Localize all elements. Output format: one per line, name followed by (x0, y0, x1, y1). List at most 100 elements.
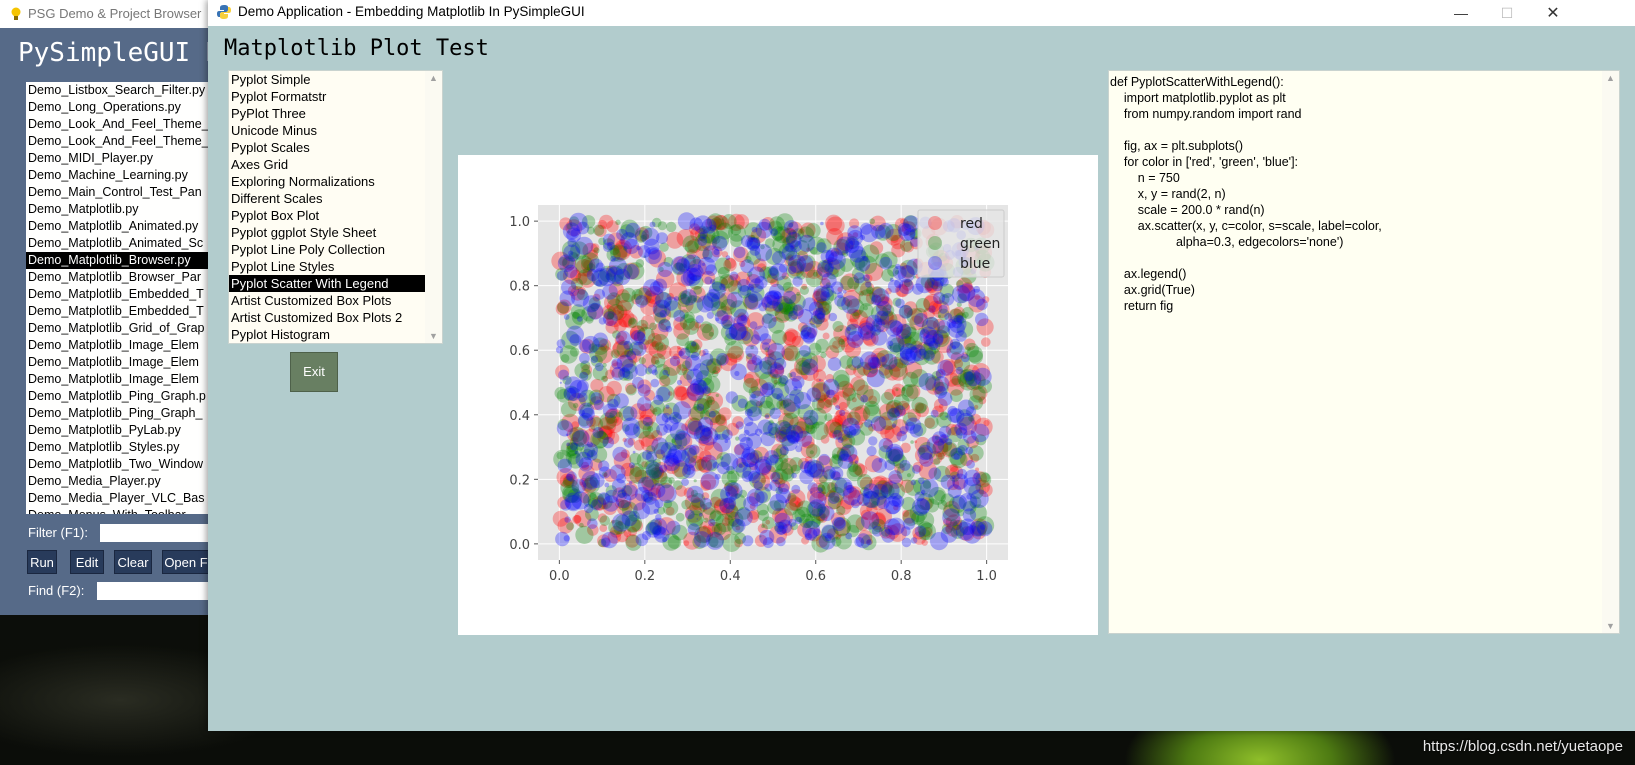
scatter-point-blue (835, 405, 841, 411)
plot-list-item[interactable]: Pyplot Line Poly Collection (229, 241, 425, 258)
scatter-point-blue (828, 312, 838, 322)
scroll-up-icon[interactable]: ▲ (425, 71, 442, 85)
plot-list-item[interactable]: Different Scales (229, 190, 425, 207)
scatter-point-blue (637, 396, 652, 412)
scatter-point-blue (796, 255, 814, 272)
demo-file-item[interactable]: Demo_Look_And_Feel_Theme_ (26, 116, 210, 133)
plot-list-item[interactable]: Pyplot Line Styles (229, 258, 425, 275)
demo-file-item[interactable]: Demo_Matplotlib_Image_Elem (26, 337, 210, 354)
scatter-point-blue (632, 450, 636, 454)
scroll-up-icon[interactable]: ▲ (1602, 71, 1619, 85)
scatter-point-blue (903, 517, 916, 530)
exit-button[interactable]: Exit (290, 352, 338, 392)
demo-file-item[interactable]: Demo_Matplotlib_Animated_Sc (26, 235, 210, 252)
demo-file-list[interactable]: Demo_Listbox_Search_Filter.py Demo_Long_O… (26, 82, 210, 514)
scatter-point-green (831, 397, 837, 403)
scatter-point-green (566, 522, 575, 531)
window-titlebar[interactable]: Demo Application - Embedding Matplotlib … (208, 0, 1635, 26)
demo-file-item[interactable]: Demo_Media_Player_VLC_Bas (26, 490, 210, 507)
scatter-point-blue (821, 524, 836, 539)
demo-file-item[interactable]: Demo_Listbox_Search_Filter.py (26, 82, 210, 99)
plot-list-item[interactable]: PyPlot Three (229, 105, 425, 122)
run-button[interactable]: Run (27, 550, 57, 574)
demo-file-item[interactable]: Demo_Long_Operations.py (26, 99, 210, 116)
code-scrollbar[interactable]: ▲ ▼ (1602, 71, 1619, 633)
demo-file-item[interactable]: Demo_Matplotlib_Browser.py (26, 252, 210, 269)
scatter-point-green (901, 384, 914, 397)
demo-file-listbox[interactable]: Demo_Listbox_Search_Filter.py Demo_Long_O… (26, 82, 210, 514)
demo-file-item[interactable]: Demo_Matplotlib_Ping_Graph_ (26, 405, 210, 422)
scatter-point-blue (771, 387, 783, 400)
scatter-point-blue (759, 529, 775, 545)
scatter-point-blue (641, 227, 660, 246)
demo-file-item[interactable]: Demo_Matplotlib_Two_Window (26, 456, 210, 473)
open-folder-button[interactable]: Open F (162, 550, 210, 574)
code-display[interactable]: def PyplotScatterWithLegend(): import ma… (1108, 70, 1620, 634)
scatter-point-blue (891, 423, 897, 428)
scatter-point-blue (778, 483, 790, 495)
plot-list-item[interactable]: Unicode Minus (229, 122, 425, 139)
lightbulb-icon (11, 7, 21, 20)
window-title: Demo Application - Embedding Matplotlib … (238, 4, 585, 19)
plot-list[interactable]: Pyplot Simple Pyplot Formatstr PyPlot Thre… (229, 71, 442, 343)
scatter-point-blue (821, 284, 834, 298)
plot-list-item[interactable]: Pyplot ggplot Style Sheet (229, 224, 425, 241)
plot-list-item[interactable]: Pyplot Histogram (229, 326, 425, 343)
demo-file-item[interactable]: Demo_Matplotlib_PyLab.py (26, 422, 210, 439)
scatter-point-blue (779, 375, 789, 385)
demo-file-item[interactable]: Demo_Matplotlib_Embedded_T (26, 286, 210, 303)
plot-list-item[interactable]: Pyplot Box Plot (229, 207, 425, 224)
scatter-point-blue (636, 426, 639, 429)
scatter-point-blue (928, 305, 936, 313)
demo-file-item[interactable]: Demo_Machine_Learning.py (26, 167, 210, 184)
scroll-down-icon[interactable]: ▼ (425, 329, 442, 343)
plot-list-item[interactable]: Artist Customized Box Plots (229, 292, 425, 309)
plot-list-item[interactable]: Pyplot Simple (229, 71, 425, 88)
scatter-point-blue (717, 461, 730, 475)
close-button[interactable]: ✕ (1530, 0, 1576, 26)
minimize-button[interactable]: — (1438, 0, 1484, 26)
scatter-point-blue (699, 512, 703, 517)
scatter-point-blue (860, 511, 880, 530)
psg-browser-titlebar[interactable]: PSG Demo & Project Browser (0, 0, 210, 28)
scatter-point-blue (914, 525, 927, 538)
matplotlib-canvas[interactable]: 0.0 0.2 0.4 0.6 0.8 1.0 0.0 0.2 0.4 0.6 0.8 1.0 red g… (458, 155, 1098, 635)
demo-file-item[interactable]: Demo_Matplotlib_Embedded_T (26, 303, 210, 320)
plot-list-scrollbar[interactable]: ▲ ▼ (425, 71, 442, 343)
scatter-point-blue (570, 442, 578, 451)
demo-file-item[interactable]: Demo_Matplotlib_Ping_Graph.p (26, 388, 210, 405)
demo-file-item[interactable]: Demo_Matplotlib_Animated.py (26, 218, 210, 235)
clear-button[interactable]: Clear (114, 550, 152, 574)
demo-file-item[interactable]: Demo_Look_And_Feel_Theme_ (26, 133, 210, 150)
scatter-point-blue (889, 320, 904, 335)
demo-file-item[interactable]: Demo_Matplotlib_Image_Elem (26, 371, 210, 388)
scatter-point-blue (622, 406, 638, 421)
find-input[interactable] (97, 582, 210, 600)
demo-file-item[interactable]: Demo_Menus_With_Toolbar (26, 507, 210, 514)
demo-file-item[interactable]: Demo_Matplotlib_Styles.py (26, 439, 210, 456)
demo-file-item[interactable]: Demo_Matplotlib_Browser_Par (26, 269, 210, 286)
maximize-button[interactable]: ☐ (1484, 0, 1530, 26)
plot-list-item[interactable]: Axes Grid (229, 156, 425, 173)
plot-list-item[interactable]: Pyplot Scales (229, 139, 425, 156)
scatter-point-blue (716, 353, 729, 366)
plot-list-item[interactable]: Exploring Normalizations (229, 173, 425, 190)
plot-list-item[interactable]: Artist Customized Box Plots 2 (229, 309, 425, 326)
plot-listbox[interactable]: Pyplot Simple Pyplot Formatstr PyPlot Thre… (228, 70, 443, 344)
scatter-point-blue (909, 424, 924, 438)
scroll-down-icon[interactable]: ▼ (1602, 619, 1619, 633)
psg-browser-window[interactable]: PSG Demo & Project Browser PySimpleGUI D… (0, 0, 237, 615)
filter-input[interactable] (100, 524, 210, 542)
plot-list-item[interactable]: Pyplot Formatstr (229, 88, 425, 105)
demo-file-item[interactable]: Demo_MIDI_Player.py (26, 150, 210, 167)
edit-button[interactable]: Edit (70, 550, 104, 574)
demo-file-item[interactable]: Demo_Media_Player.py (26, 473, 210, 490)
demo-file-item[interactable]: Demo_Matplotlib.py (26, 201, 210, 218)
scatter-point-blue (844, 425, 857, 439)
demo-application-window[interactable]: Demo Application - Embedding Matplotlib … (208, 0, 1635, 731)
demo-file-item[interactable]: Demo_Matplotlib_Grid_of_Grap (26, 320, 210, 337)
demo-file-item[interactable]: Demo_Matplotlib_Image_Elem (26, 354, 210, 371)
psg-browser-title: PSG Demo & Project Browser (28, 6, 202, 21)
plot-list-item[interactable]: Pyplot Scatter With Legend (229, 275, 425, 292)
demo-file-item[interactable]: Demo_Main_Control_Test_Pan (26, 184, 210, 201)
